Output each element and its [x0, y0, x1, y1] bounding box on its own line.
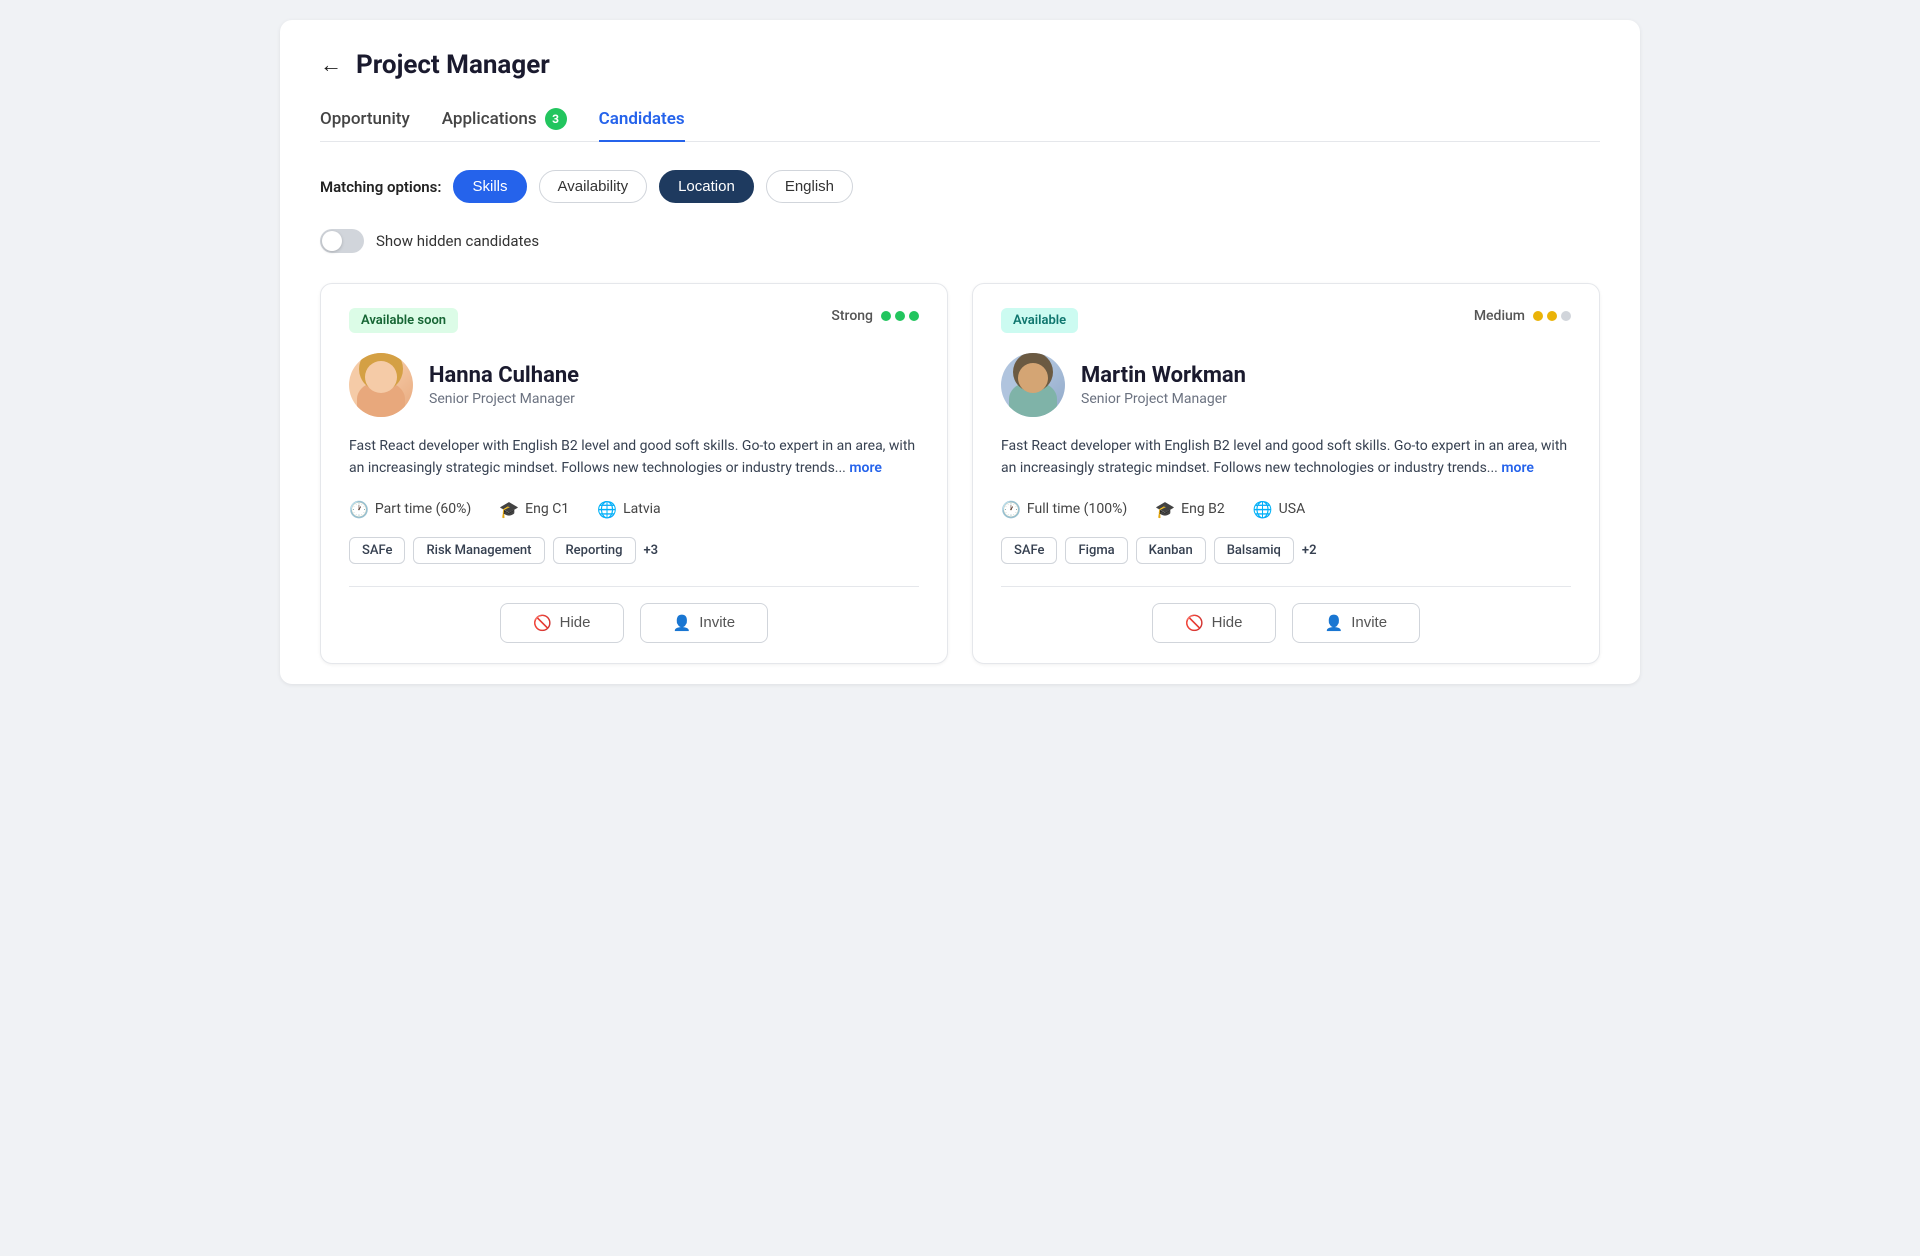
- skills-more-martin: +2: [1302, 543, 1317, 558]
- invite-button-martin[interactable]: 👤 Invite: [1292, 603, 1421, 643]
- clock-icon: 🕐: [349, 500, 369, 519]
- skill-kanban: Kanban: [1136, 537, 1206, 564]
- grad-icon: 🎓: [499, 500, 519, 519]
- meta-location-martin: 🌐 USA: [1253, 500, 1305, 519]
- meta-english-martin: 🎓 Eng B2: [1155, 500, 1225, 519]
- availability-badge-martin: Available: [1001, 308, 1078, 333]
- applications-badge: 3: [545, 108, 567, 130]
- card-divider-martin: [1001, 586, 1571, 587]
- dot-2: [1547, 311, 1557, 321]
- toggle-knob: [322, 231, 342, 251]
- tabs-bar: Opportunity Applications 3 Candidates: [320, 108, 1600, 142]
- meta-location-hanna: 🌐 Latvia: [597, 500, 660, 519]
- globe-icon: 🌐: [1253, 500, 1273, 519]
- candidate-info-martin: Martin Workman Senior Project Manager: [1001, 353, 1571, 417]
- card-divider-hanna: [349, 586, 919, 587]
- hide-button-martin[interactable]: 🚫 Hide: [1152, 603, 1276, 643]
- avatar-hanna: [349, 353, 413, 417]
- candidate-title-hanna: Senior Project Manager: [429, 391, 579, 407]
- match-dots-hanna: [881, 311, 919, 321]
- candidate-title-martin: Senior Project Manager: [1081, 391, 1246, 407]
- invite-icon: 👤: [673, 614, 692, 632]
- filter-location[interactable]: Location: [659, 170, 754, 203]
- skills-martin: SAFe Figma Kanban Balsamiq +2: [1001, 537, 1571, 564]
- globe-icon: 🌐: [597, 500, 617, 519]
- tab-opportunity[interactable]: Opportunity: [320, 108, 410, 142]
- tab-candidates[interactable]: Candidates: [599, 108, 685, 142]
- skill-figma: Figma: [1065, 537, 1127, 564]
- card-actions-martin: 🚫 Hide 👤 Invite: [1001, 603, 1571, 643]
- tab-applications[interactable]: Applications 3: [442, 108, 567, 142]
- invite-button-hanna[interactable]: 👤 Invite: [640, 603, 769, 643]
- matching-options: Matching options: Skills Availability Lo…: [320, 170, 1600, 203]
- show-hidden-row: Show hidden candidates: [320, 229, 1600, 253]
- hide-button-hanna[interactable]: 🚫 Hide: [500, 603, 624, 643]
- matching-label: Matching options:: [320, 178, 441, 196]
- candidate-name-block-hanna: Hanna Culhane Senior Project Manager: [429, 363, 579, 407]
- header: ← Project Manager: [320, 50, 1600, 80]
- show-hidden-label: Show hidden candidates: [376, 232, 539, 250]
- meta-time-martin: 🕐 Full time (100%): [1001, 500, 1127, 519]
- skill-reporting: Reporting: [553, 537, 636, 564]
- candidate-card-martin: Available Medium Martin Workman Senior P…: [972, 283, 1600, 664]
- bio-more-martin[interactable]: more: [1501, 460, 1534, 476]
- skill-safe: SAFe: [349, 537, 405, 564]
- skills-more-hanna: +3: [644, 543, 659, 558]
- match-strength-hanna: Strong: [831, 308, 919, 324]
- back-button[interactable]: ←: [320, 52, 342, 78]
- dot-3: [909, 311, 919, 321]
- match-dots-martin: [1533, 311, 1571, 321]
- candidate-name-hanna: Hanna Culhane: [429, 363, 579, 388]
- dot-2: [895, 311, 905, 321]
- dot-3: [1561, 311, 1571, 321]
- show-hidden-toggle[interactable]: [320, 229, 364, 253]
- candidate-name-martin: Martin Workman: [1081, 363, 1246, 388]
- skill-risk: Risk Management: [413, 537, 544, 564]
- meta-time-hanna: 🕐 Part time (60%): [349, 500, 471, 519]
- candidate-meta-hanna: 🕐 Part time (60%) 🎓 Eng C1 🌐 Latvia: [349, 500, 919, 519]
- filter-english[interactable]: English: [766, 170, 853, 203]
- card-actions-hanna: 🚫 Hide 👤 Invite: [349, 603, 919, 643]
- skill-safe: SAFe: [1001, 537, 1057, 564]
- candidate-card-hanna: Available soon Strong Hanna Culhane Seni…: [320, 283, 948, 664]
- candidate-meta-martin: 🕐 Full time (100%) 🎓 Eng B2 🌐 USA: [1001, 500, 1571, 519]
- candidate-info-hanna: Hanna Culhane Senior Project Manager: [349, 353, 919, 417]
- page-title: Project Manager: [356, 50, 550, 80]
- filter-availability[interactable]: Availability: [539, 170, 648, 203]
- invite-icon: 👤: [1325, 614, 1344, 632]
- candidate-bio-hanna: Fast React developer with English B2 lev…: [349, 435, 919, 480]
- clock-icon: 🕐: [1001, 500, 1021, 519]
- filter-skills[interactable]: Skills: [453, 170, 526, 203]
- meta-english-hanna: 🎓 Eng C1: [499, 500, 569, 519]
- avatar-martin: [1001, 353, 1065, 417]
- card-top-hanna: Available soon Strong: [349, 308, 919, 333]
- skill-balsamiq: Balsamiq: [1214, 537, 1294, 564]
- card-top-martin: Available Medium: [1001, 308, 1571, 333]
- candidates-grid: Available soon Strong Hanna Culhane Seni…: [320, 283, 1600, 664]
- grad-icon: 🎓: [1155, 500, 1175, 519]
- candidate-name-block-martin: Martin Workman Senior Project Manager: [1081, 363, 1246, 407]
- candidate-bio-martin: Fast React developer with English B2 lev…: [1001, 435, 1571, 480]
- hide-icon: 🚫: [533, 614, 552, 632]
- bio-more-hanna[interactable]: more: [849, 460, 882, 476]
- dot-1: [881, 311, 891, 321]
- hide-icon: 🚫: [1185, 614, 1204, 632]
- skills-hanna: SAFe Risk Management Reporting +3: [349, 537, 919, 564]
- dot-1: [1533, 311, 1543, 321]
- match-strength-martin: Medium: [1474, 308, 1571, 324]
- main-container: ← Project Manager Opportunity Applicatio…: [280, 20, 1640, 684]
- availability-badge-hanna: Available soon: [349, 308, 458, 333]
